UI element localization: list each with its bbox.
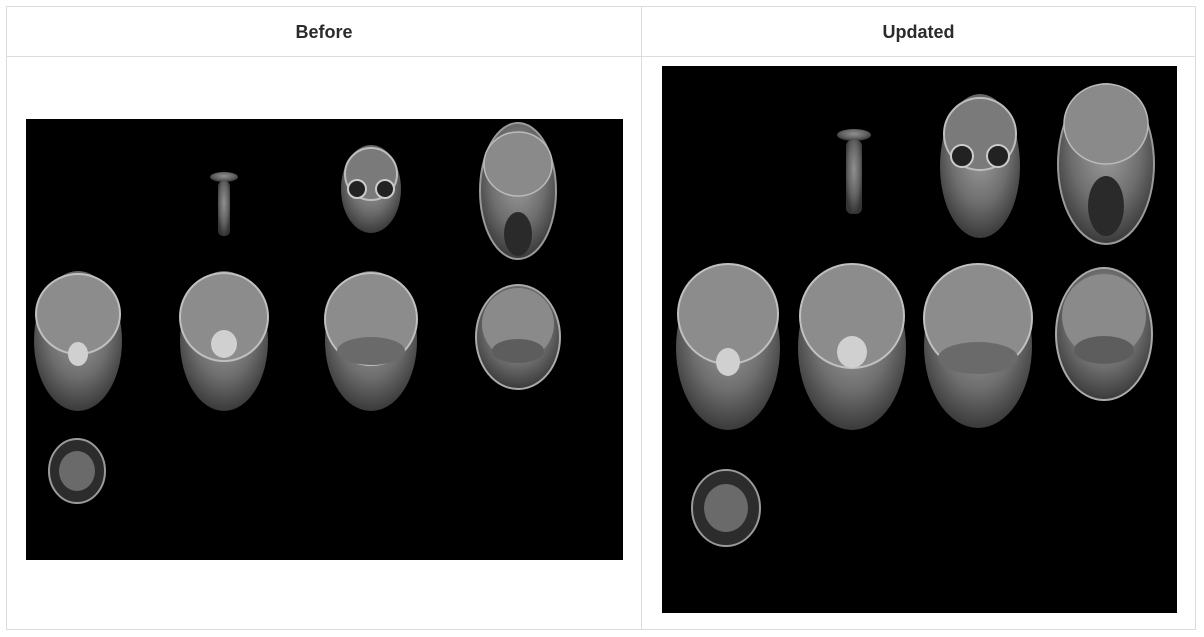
slice-2: [341, 145, 401, 233]
column-header-updated: Updated: [642, 7, 1195, 57]
slice-7a: [923, 263, 1033, 428]
slice-8: [48, 438, 106, 504]
mri-montage-icon: [34, 122, 561, 504]
slice-4: [34, 271, 122, 411]
slice-8a: [1055, 267, 1153, 401]
mri-montage-icon: [676, 83, 1155, 547]
slice-9a: [691, 469, 761, 547]
comparison-table: Before Updated: [6, 6, 1196, 630]
column-header-before: Before: [7, 7, 642, 57]
slice-3: [479, 122, 557, 260]
slice-3: [1057, 83, 1155, 245]
updated-mri-image: [662, 66, 1177, 613]
slice-5a: [676, 263, 780, 430]
slice-6: [324, 271, 418, 411]
updated-cell: [642, 57, 1195, 629]
slice-1: [837, 129, 871, 214]
slice-7: [475, 284, 561, 390]
before-mri-image: [26, 119, 623, 560]
slice-1: [210, 172, 238, 236]
slice-2: [940, 94, 1020, 238]
slice-6a: [798, 263, 906, 430]
before-cell: [7, 57, 642, 629]
slice-5: [179, 271, 269, 411]
